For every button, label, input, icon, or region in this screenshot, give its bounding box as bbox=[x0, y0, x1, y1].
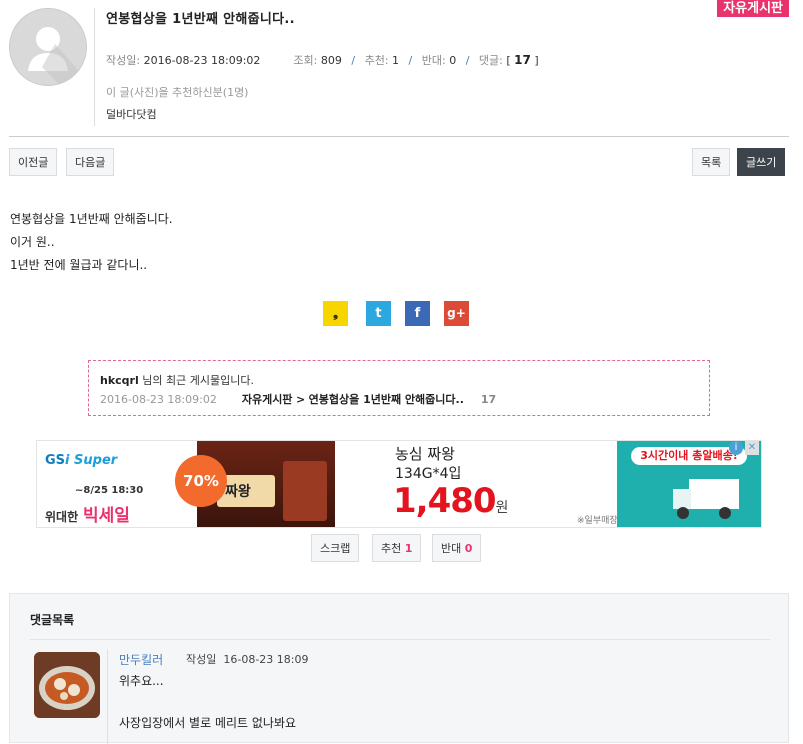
comments-section: 댓글목록 만두킬러 작성일 16-08-23 18:09 위추요... 사장입장… bbox=[9, 593, 789, 744]
ad-product-package-label: 짜왕 bbox=[225, 484, 251, 500]
recommend-button-count: 1 bbox=[404, 542, 413, 555]
ad-delivery-panel: 3시간이내 총알배송! bbox=[617, 441, 761, 527]
recent-post-item[interactable]: 2016-08-23 18:09:02 자유게시판 > 연봉협상을 1년반째 안… bbox=[100, 391, 496, 407]
recent-board[interactable]: 자유게시판 bbox=[242, 393, 293, 406]
prev-post-button[interactable]: 이전글 bbox=[9, 148, 58, 176]
ad-sale-prefix: 위대한 bbox=[45, 510, 79, 524]
comment-divider bbox=[107, 649, 108, 744]
ad-sale-name: 빅세일 bbox=[83, 506, 130, 526]
meta-separator: / bbox=[408, 54, 413, 67]
recommenders-title: 이 글(사진)을 추천하신분(1명) bbox=[106, 86, 249, 99]
adchoices-icon[interactable]: i bbox=[729, 441, 743, 455]
recommend-button[interactable]: 추천 1 bbox=[372, 534, 422, 562]
ad-date: ~8/25 18:30 bbox=[75, 485, 144, 496]
ad-banner[interactable]: GSi Super ~8/25 18:30 위대한 빅세일 짜왕 70% 농심 … bbox=[36, 440, 762, 528]
comments-count: 17 bbox=[514, 53, 531, 67]
ad-price-value: 1,480 bbox=[393, 481, 497, 521]
recent-suffix: 님의 최근 게시물입니다. bbox=[138, 374, 254, 387]
comments-title: 댓글목록 bbox=[30, 613, 75, 627]
facebook-share-icon[interactable]: f bbox=[405, 301, 430, 326]
ad-brand2: i Super bbox=[65, 453, 118, 468]
recent-arrow: > bbox=[295, 393, 306, 406]
views-label: 조회: bbox=[293, 54, 318, 67]
post-body: 연봉협상을 1년반째 안해줍니다. 이거 원.. 1년반 전에 월급과 같다니.… bbox=[10, 208, 173, 277]
recommend-count: 1 bbox=[392, 54, 400, 67]
post-body-line: 연봉협상을 1년반째 안해줍니다. bbox=[10, 212, 173, 226]
write-button[interactable]: 글쓰기 bbox=[737, 148, 786, 176]
ad-close-icon[interactable]: ✕ bbox=[745, 441, 759, 455]
post-body-line: 1년반 전에 월급과 같다니.. bbox=[10, 258, 148, 272]
recommend-button-label: 추천 bbox=[381, 542, 402, 555]
post-title: 연봉협상을 1년반째 안해줍니다.. bbox=[106, 12, 295, 27]
views-count: 809 bbox=[320, 54, 342, 67]
comment-text-line: 위추요... bbox=[119, 674, 164, 688]
ad-brand: GS bbox=[45, 453, 66, 468]
oppose-label: 반대: bbox=[421, 54, 446, 67]
recent-posts-box: hkcqrl 님의 최근 게시물입니다. 2016-08-23 18:09:02… bbox=[88, 360, 710, 416]
food-photo-icon bbox=[34, 652, 100, 718]
google-plus-share-icon[interactable]: g+ bbox=[444, 301, 469, 326]
comment-date-label: 작성일 bbox=[186, 653, 217, 666]
recent-date: 2016-08-23 18:09:02 bbox=[100, 393, 217, 406]
recent-title[interactable]: 연봉협상을 1년반째 안해줍니다.. bbox=[309, 393, 464, 406]
ad-brand-logo: GSi Super bbox=[45, 453, 117, 468]
author-avatar bbox=[9, 8, 87, 86]
comments-bracket-close: ] bbox=[534, 54, 539, 67]
comments-label: 댓글: bbox=[478, 54, 503, 67]
ad-price-unit: 원 bbox=[495, 500, 509, 516]
ad-product-spec: 134G*4입 bbox=[395, 466, 462, 482]
post-meta: 작성일: 2016-08-23 18:09:02 조회: 809 / 추천: 1… bbox=[106, 52, 539, 68]
comment-text-line: 사장입장에서 별로 메리트 없나봐요 bbox=[119, 716, 297, 730]
comment-author[interactable]: 만두킬러 bbox=[119, 651, 163, 668]
ad-product-name: 농심 짜왕 bbox=[395, 445, 455, 463]
ad-discount-badge: 70% bbox=[175, 455, 227, 507]
next-post-button[interactable]: 다음글 bbox=[66, 148, 115, 176]
header-divider bbox=[94, 8, 95, 126]
oppose-button-label: 반대 bbox=[441, 542, 462, 555]
recommenders-list[interactable]: 덜바다닷컴 bbox=[106, 106, 157, 122]
delivery-truck-icon bbox=[673, 479, 739, 519]
comment-date: 작성일 16-08-23 18:09 bbox=[186, 651, 309, 667]
comment-date-value: 16-08-23 18:09 bbox=[223, 653, 309, 666]
recent-count: 17 bbox=[480, 393, 497, 406]
recommend-label: 추천: bbox=[364, 54, 389, 67]
recent-posts-heading: hkcqrl 님의 최근 게시물입니다. bbox=[100, 372, 254, 388]
board-badge[interactable]: 자유게시판 bbox=[717, 0, 789, 17]
header-bottom-divider bbox=[9, 136, 789, 137]
user-silhouette-icon bbox=[28, 27, 86, 85]
list-button[interactable]: 목록 bbox=[692, 148, 731, 176]
comments-bracket-open: [ bbox=[506, 54, 511, 67]
date-label: 작성일: bbox=[106, 54, 141, 67]
post-date: 2016-08-23 18:09:02 bbox=[143, 54, 261, 67]
meta-separator: / bbox=[351, 54, 356, 67]
scrap-button[interactable]: 스크랩 bbox=[311, 534, 360, 562]
oppose-button-count: 0 bbox=[464, 542, 473, 555]
twitter-share-icon[interactable]: t bbox=[366, 301, 391, 326]
post-body-line: 이거 원.. bbox=[10, 235, 55, 249]
ad-price: 1,480원 bbox=[393, 481, 508, 521]
kakao-share-icon[interactable]: ❟ bbox=[323, 301, 348, 326]
commenter-avatar bbox=[34, 652, 100, 718]
comments-divider bbox=[30, 639, 770, 640]
oppose-count: 0 bbox=[449, 54, 457, 67]
recent-user[interactable]: hkcqrl bbox=[100, 374, 139, 387]
oppose-button[interactable]: 반대 0 bbox=[432, 534, 482, 562]
ad-sale-title: 위대한 빅세일 bbox=[45, 501, 130, 526]
meta-separator: / bbox=[465, 54, 470, 67]
